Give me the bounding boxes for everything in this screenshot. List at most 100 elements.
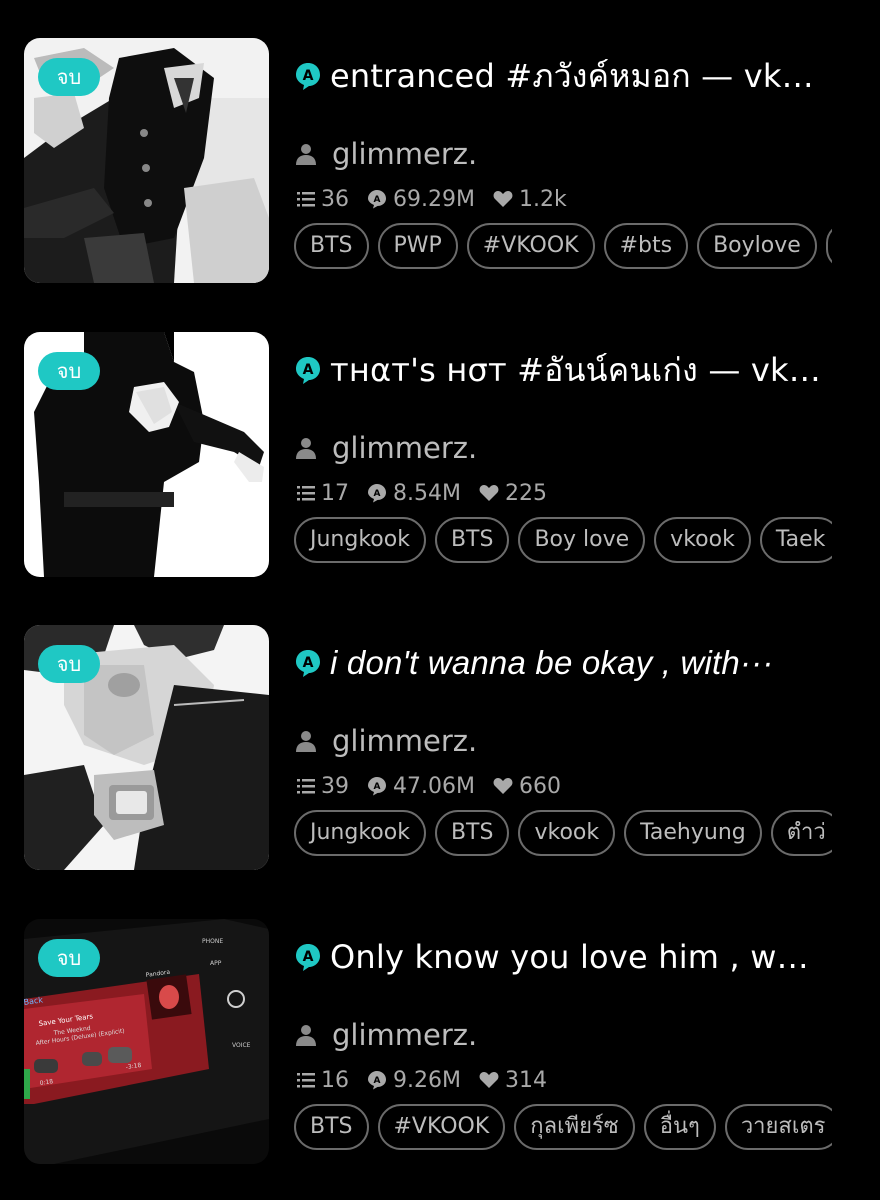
author-row[interactable]: glimmerz. [296, 428, 477, 468]
tag-chip[interactable]: Jungkook [294, 517, 426, 563]
tag-chip[interactable]: Boy love [518, 517, 646, 563]
story-cover-image[interactable]: Back Save Your Tears The Weeknd After Ho… [24, 919, 269, 1164]
list-icon [297, 779, 315, 794]
tag-chip[interactable]: กุลเพียร์ซ [514, 1104, 635, 1150]
tag-list: Jungkook BTS Boy love vkook Taek [294, 517, 832, 567]
category-a-icon: A [296, 650, 320, 677]
story-title[interactable]: тнαт'ѕ нσт #อันน์คนเก่ง — vk… [330, 345, 821, 396]
tag-chip[interactable]: Taehyung [624, 810, 762, 856]
story-card[interactable]: Back Save Your Tears The Weeknd After Ho… [24, 919, 856, 1164]
list-icon [297, 1073, 315, 1088]
svg-text:A: A [303, 68, 314, 84]
story-title[interactable]: entranced #ภวังค์หมอก — vk… [330, 51, 814, 102]
tag-chip[interactable]: Taek [759, 517, 832, 563]
like-count: 1.2k [493, 187, 567, 212]
author-name[interactable]: glimmerz. [332, 1018, 477, 1052]
title-row[interactable]: A тнαт'ѕ нσт #อันน์คนเก่ง — vk… [294, 350, 834, 390]
stats-row: 16 A 9.26M 314 [297, 1065, 565, 1095]
chapter-count: 36 [297, 187, 349, 212]
like-count-value: 314 [504, 1067, 547, 1093]
author-name[interactable]: glimmerz. [332, 724, 477, 758]
stats-row: 36 A 69.29M 1.2k [297, 184, 585, 214]
story-card[interactable]: จบ A entranced #ภวังค์หมอก — vk… glimmer… [24, 38, 856, 283]
views-bubble-icon: A [368, 1071, 386, 1090]
story-info: A Only know you love him , w… glimmerz. … [294, 919, 856, 1164]
chapter-count-value: 16 [321, 1067, 349, 1093]
author-row[interactable]: glimmerz. [296, 721, 477, 761]
tag-chip[interactable]: vkook [654, 517, 751, 563]
stats-row: 17 A 8.54M 225 [297, 478, 565, 508]
story-info: A тнαт'ѕ нσт #อันน์คนเก่ง — vk… glimmerz… [294, 332, 856, 577]
title-row[interactable]: A i don't wanna be okay , with··· [294, 643, 834, 683]
view-count-value: 69.29M [393, 186, 475, 212]
person-icon [296, 1025, 316, 1046]
heart-icon [479, 485, 499, 501]
tag-list: Jungkook BTS vkook Taehyung ตำว่ [294, 810, 832, 860]
views-bubble-icon: A [368, 484, 386, 503]
title-row[interactable]: A Only know you love him , w… [294, 937, 834, 977]
view-count: A 47.06M [367, 774, 475, 799]
completed-badge: จบ [38, 58, 100, 96]
tag-chip[interactable]: วายสเตร [724, 1104, 832, 1150]
tag-chip[interactable] [825, 223, 832, 269]
tag-chip[interactable]: BTS [434, 810, 510, 856]
svg-text:A: A [374, 782, 381, 792]
view-count-value: 47.06M [393, 773, 475, 799]
person-icon [296, 438, 316, 459]
story-card[interactable]: จบ A тнαт'ѕ нσт #อันน์คนเก่ง — vk… glimm… [24, 332, 856, 577]
tag-chip[interactable]: อื่นๆ [643, 1104, 716, 1150]
chapter-count-value: 36 [321, 186, 349, 212]
tag-chip[interactable]: BTS [294, 223, 369, 269]
like-count: 225 [479, 481, 547, 506]
category-a-icon: A [296, 944, 320, 971]
like-count-value: 1.2k [518, 186, 567, 212]
tag-chip[interactable]: ตำว่ [770, 810, 832, 856]
tag-list: BTS PWP #VKOOK #bts Boylove [294, 223, 832, 273]
views-bubble-icon: A [368, 190, 386, 209]
tag-chip[interactable]: Boylove [697, 223, 817, 269]
tag-chip[interactable]: PWP [377, 223, 458, 269]
tag-list: BTS #VKOOK กุลเพียร์ซ อื่นๆ วายสเตร [294, 1104, 832, 1154]
tag-chip[interactable]: #VKOOK [377, 1104, 506, 1150]
svg-text:A: A [374, 1076, 381, 1086]
story-cover-image[interactable]: จบ [24, 332, 269, 577]
story-cover-image[interactable]: จบ [24, 38, 269, 283]
tag-chip[interactable]: #VKOOK [466, 223, 595, 269]
story-card[interactable]: จบ A i don't wanna be okay , with··· gli… [24, 625, 856, 870]
author-name[interactable]: glimmerz. [332, 137, 477, 171]
story-cover-image[interactable]: จบ [24, 625, 269, 870]
completed-badge: จบ [38, 645, 100, 683]
tag-chip[interactable]: BTS [434, 517, 510, 563]
tag-chip[interactable]: Jungkook [294, 810, 426, 856]
completed-badge: จบ [38, 352, 100, 390]
story-title[interactable]: Only know you love him , w… [330, 938, 809, 976]
author-name[interactable]: glimmerz. [332, 431, 477, 465]
stats-row: 39 A 47.06M 660 [297, 771, 579, 801]
chapter-count-value: 17 [321, 480, 349, 506]
heart-icon [493, 191, 513, 207]
title-row[interactable]: A entranced #ภวังค์หมอก — vk… [294, 56, 834, 96]
tag-chip[interactable]: #bts [603, 223, 689, 269]
svg-text:A: A [303, 655, 314, 671]
story-info: A entranced #ภวังค์หมอก — vk… glimmerz. … [294, 38, 856, 283]
category-a-icon: A [296, 357, 320, 384]
chapter-count: 17 [297, 481, 349, 506]
person-icon [296, 144, 316, 165]
view-count: A 9.26M [367, 1068, 461, 1093]
author-row[interactable]: glimmerz. [296, 1015, 477, 1055]
like-count: 660 [493, 774, 561, 799]
heart-icon [493, 778, 513, 794]
person-icon [296, 731, 316, 752]
chapter-count: 39 [297, 774, 349, 799]
like-count-value: 225 [504, 480, 547, 506]
chapter-count: 16 [297, 1068, 349, 1093]
tag-chip[interactable]: BTS [294, 1104, 369, 1150]
chapter-count-value: 39 [321, 773, 349, 799]
tag-chip[interactable]: vkook [518, 810, 616, 856]
list-icon [297, 192, 315, 207]
heart-icon [479, 1072, 499, 1088]
view-count-value: 9.26M [393, 1067, 461, 1093]
author-row[interactable]: glimmerz. [296, 134, 477, 174]
list-icon [297, 486, 315, 501]
story-title[interactable]: i don't wanna be okay , with··· [330, 644, 774, 682]
